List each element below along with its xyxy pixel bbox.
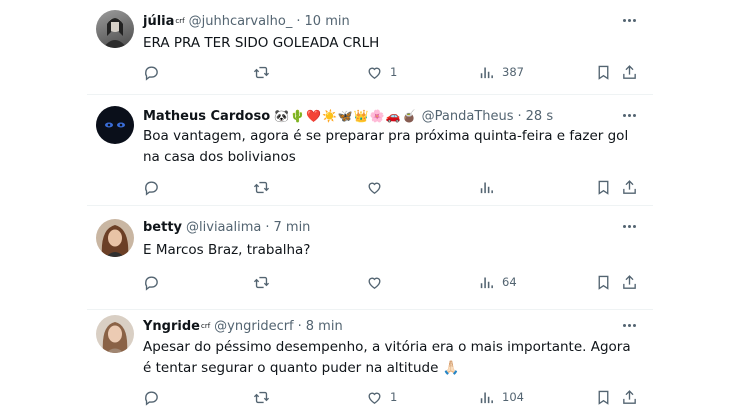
- like-button[interactable]: 1: [366, 387, 397, 407]
- timestamp[interactable]: 8 min: [306, 319, 343, 334]
- share-icon: [623, 274, 636, 289]
- heart-icon: [368, 182, 381, 194]
- bookmark-icon: [598, 275, 609, 290]
- tweet-text: E Marcos Braz, trabalha?: [143, 242, 311, 258]
- tweet-header: Matheus Cardoso 🐼🌵❤️☀️🦋👑🌸🚗🧉 @PandaTheus …: [143, 106, 653, 126]
- views-icon: [480, 392, 493, 403]
- avatar[interactable]: [96, 315, 134, 353]
- reply-icon: [145, 391, 158, 406]
- retweet-button[interactable]: [253, 272, 270, 292]
- bookmark-icon: [598, 180, 609, 195]
- name-badge: crf: [175, 17, 185, 25]
- reply-icon: [145, 181, 158, 196]
- action-bar: [143, 177, 638, 197]
- tweet[interactable]: júlia crf @juhhcarvalho_ · 10 min ERA PR…: [87, 0, 653, 95]
- share-icon: [623, 64, 636, 79]
- views-button[interactable]: 387: [478, 62, 524, 82]
- bookmark-button[interactable]: [595, 62, 612, 82]
- views-icon: [480, 182, 493, 193]
- share-button[interactable]: [621, 62, 638, 82]
- views-button[interactable]: 104: [478, 387, 524, 407]
- reply-feed: júlia crf @juhhcarvalho_ · 10 min ERA PR…: [0, 0, 740, 416]
- views-button[interactable]: [478, 177, 502, 197]
- more-icon[interactable]: [619, 218, 639, 234]
- avatar[interactable]: [96, 10, 134, 48]
- separator-dot: ·: [296, 13, 301, 29]
- views-icon: [480, 277, 493, 288]
- avatar[interactable]: [96, 106, 134, 144]
- action-bar: 64: [143, 272, 638, 292]
- action-bar: 1 104: [143, 387, 638, 407]
- timestamp[interactable]: 28 s: [526, 109, 553, 124]
- author-name[interactable]: Matheus Cardoso: [143, 109, 270, 124]
- tweet-text: ERA PRA TER SIDO GOLEADA CRLH: [143, 35, 380, 51]
- tweet-header: júlia crf @juhhcarvalho_ · 10 min: [143, 11, 653, 31]
- retweet-icon: [253, 276, 270, 288]
- view-count: 104: [502, 390, 524, 404]
- retweet-icon: [253, 66, 270, 78]
- name-emojis: 🐼🌵❤️☀️🦋👑🌸🚗🧉: [274, 109, 418, 123]
- views-button[interactable]: 64: [478, 272, 517, 292]
- timestamp[interactable]: 7 min: [274, 220, 311, 235]
- author-name[interactable]: júlia: [143, 14, 174, 29]
- views-icon: [480, 67, 493, 78]
- separator-dot: ·: [517, 108, 522, 124]
- action-bar: 1 387: [143, 62, 638, 82]
- author-handle[interactable]: @PandaTheus: [422, 109, 514, 124]
- reply-button[interactable]: [143, 62, 160, 82]
- separator-dot: ·: [265, 219, 270, 235]
- more-icon[interactable]: [619, 12, 639, 28]
- like-count: 1: [390, 390, 398, 404]
- tweet[interactable]: Yngride crf @yngridecrf · 8 min Apesar d…: [87, 310, 653, 416]
- like-button[interactable]: [366, 272, 390, 292]
- share-button[interactable]: [621, 387, 638, 407]
- author-handle[interactable]: @liviaalima: [186, 220, 261, 235]
- heart-icon: [368, 67, 381, 79]
- share-icon: [623, 179, 636, 194]
- like-button[interactable]: [366, 177, 390, 197]
- tweet-header: betty @liviaalima · 7 min: [143, 217, 653, 237]
- bookmark-icon: [598, 390, 609, 405]
- share-button[interactable]: [621, 177, 638, 197]
- author-name[interactable]: betty: [143, 220, 182, 235]
- bookmark-button[interactable]: [595, 387, 612, 407]
- reply-icon: [145, 276, 158, 291]
- retweet-button[interactable]: [253, 62, 270, 82]
- view-count: 387: [502, 65, 524, 79]
- tweet-text: Boa vantagem, agora é se preparar pra pr…: [143, 128, 629, 165]
- separator-dot: ·: [297, 318, 302, 334]
- tweet-text: Apesar do péssimo desempenho, a vitória …: [143, 339, 631, 376]
- share-button[interactable]: [621, 272, 638, 292]
- tweet[interactable]: Matheus Cardoso 🐼🌵❤️☀️🦋👑🌸🚗🧉 @PandaTheus …: [87, 95, 653, 206]
- tweet-header: Yngride crf @yngridecrf · 8 min: [143, 316, 653, 336]
- timestamp[interactable]: 10 min: [305, 14, 350, 29]
- reply-icon: [145, 66, 158, 81]
- retweet-button[interactable]: [253, 387, 270, 407]
- author-handle[interactable]: @yngridecrf: [214, 319, 293, 334]
- more-icon[interactable]: [619, 317, 639, 333]
- view-count: 64: [502, 275, 517, 289]
- bookmark-icon: [598, 65, 609, 80]
- avatar[interactable]: [96, 219, 134, 257]
- retweet-icon: [253, 391, 270, 403]
- share-icon: [623, 389, 636, 404]
- retweet-button[interactable]: [253, 177, 270, 197]
- reply-button[interactable]: [143, 177, 160, 197]
- bookmark-button[interactable]: [595, 272, 612, 292]
- author-handle[interactable]: @juhhcarvalho_: [189, 14, 293, 29]
- heart-icon: [368, 392, 381, 404]
- reply-button[interactable]: [143, 272, 160, 292]
- tweet[interactable]: betty @liviaalima · 7 min E Marcos Braz,…: [87, 206, 653, 310]
- bookmark-button[interactable]: [595, 177, 612, 197]
- like-count: 1: [390, 65, 398, 79]
- retweet-icon: [253, 181, 270, 193]
- name-badge: crf: [200, 322, 211, 330]
- reply-button[interactable]: [143, 387, 160, 407]
- like-button[interactable]: 1: [366, 62, 397, 82]
- more-icon[interactable]: [619, 107, 639, 123]
- heart-icon: [368, 277, 381, 289]
- author-name[interactable]: Yngride: [143, 319, 200, 334]
